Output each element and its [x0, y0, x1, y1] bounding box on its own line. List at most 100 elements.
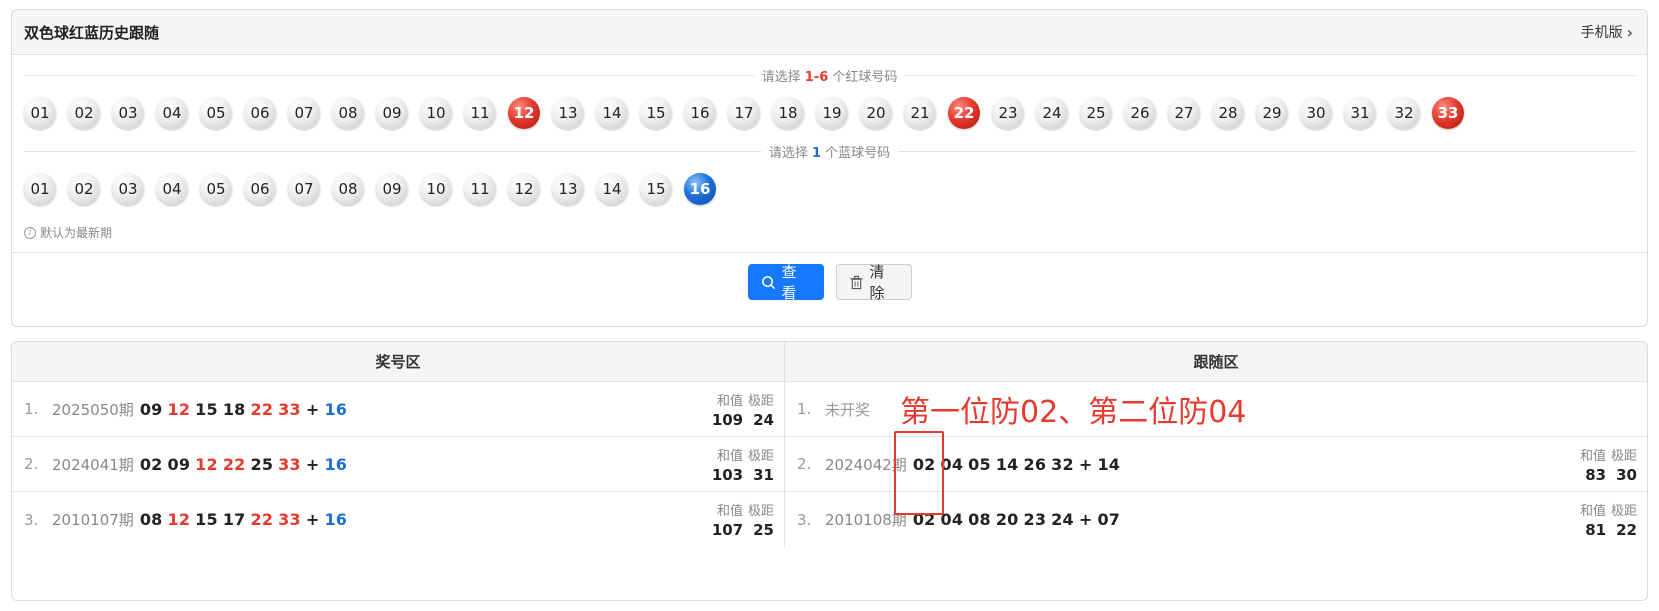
- red-ball[interactable]: 11: [464, 97, 496, 129]
- blue-ball[interactable]: 01: [24, 173, 56, 205]
- red-number: 08: [139, 510, 163, 529]
- annotation-text: 第一位防02、第二位防04: [900, 395, 1247, 430]
- draw-area-header: 奖号区: [12, 342, 785, 381]
- red-divider: 请选择 1-6 个红球号码: [24, 66, 1635, 85]
- search-button[interactable]: 查看: [747, 263, 824, 302]
- stats-block: 和值 极距 83 30: [1575, 445, 1637, 484]
- sum-value: 109: [711, 411, 744, 429]
- red-number: 22: [250, 510, 274, 529]
- red-ball[interactable]: 20: [860, 97, 892, 129]
- number: 23: [1023, 510, 1047, 529]
- red-ball[interactable]: 33: [1432, 97, 1464, 129]
- red-number: 25: [250, 454, 274, 474]
- blue-ball[interactable]: 10: [420, 173, 452, 205]
- sum-label: 和值: [716, 449, 743, 464]
- page-title: 双色球红蓝历史跟随: [24, 23, 160, 42]
- red-ball[interactable]: 10: [420, 97, 452, 129]
- blue-ball[interactable]: 11: [464, 173, 496, 205]
- number: 24: [1051, 510, 1074, 529]
- blue-ball[interactable]: 14: [596, 173, 628, 205]
- red-ball[interactable]: 21: [904, 97, 936, 129]
- red-ball[interactable]: 23: [992, 97, 1024, 129]
- red-number: 02: [139, 454, 163, 474]
- red-ball[interactable]: 30: [1300, 97, 1332, 129]
- clear-button[interactable]: 清除: [835, 263, 912, 302]
- red-ball[interactable]: 31: [1344, 97, 1376, 129]
- red-ball[interactable]: 08: [332, 97, 364, 129]
- draw-area: 1. 2025050期 09 12 15 18 22 33 +16 和值 极距 109 24 2. 2024…: [12, 382, 785, 547]
- stats-block: 和值 极距 81 22: [1575, 500, 1637, 539]
- blue-divider: 请选择 1 个蓝球号码: [24, 142, 1635, 161]
- span-value: 31: [753, 466, 774, 484]
- red-ball[interactable]: 17: [728, 97, 760, 129]
- search-icon: [761, 275, 776, 290]
- red-ball[interactable]: 05: [200, 97, 232, 129]
- red-ball[interactable]: 22: [948, 97, 980, 129]
- blue-number: 07: [1097, 510, 1121, 529]
- number: 26: [1023, 454, 1047, 474]
- blue-ball[interactable]: 13: [552, 173, 584, 205]
- blue-ball[interactable]: 12: [508, 173, 540, 205]
- plus-sign: +: [305, 454, 320, 474]
- red-number: 22: [250, 399, 274, 419]
- red-ball[interactable]: 13: [552, 97, 584, 129]
- red-ball[interactable]: 15: [640, 97, 672, 129]
- number: 04: [940, 510, 964, 529]
- stats-block: 和值 极距 103 31: [702, 445, 774, 484]
- mobile-link-label: 手机版: [1580, 25, 1623, 41]
- red-ball[interactable]: 07: [288, 97, 320, 129]
- span-value: 24: [753, 411, 774, 429]
- red-ball[interactable]: 14: [596, 97, 628, 129]
- red-number: 12: [195, 454, 218, 474]
- red-ball[interactable]: 16: [684, 97, 716, 129]
- number: 20: [995, 510, 1019, 529]
- red-ball[interactable]: 06: [244, 97, 276, 129]
- period-label: 2024041期: [52, 455, 134, 474]
- blue-ball[interactable]: 07: [288, 173, 320, 205]
- red-number: 12: [167, 399, 191, 419]
- red-ball[interactable]: 32: [1388, 97, 1420, 129]
- red-ball[interactable]: 19: [816, 97, 848, 129]
- red-ball[interactable]: 04: [156, 97, 188, 129]
- red-ball[interactable]: 25: [1080, 97, 1112, 129]
- blue-ball[interactable]: 15: [640, 173, 672, 205]
- sum-label: 和值: [716, 504, 743, 519]
- red-ball[interactable]: 28: [1212, 97, 1244, 129]
- blue-ball[interactable]: 03: [112, 173, 144, 205]
- number: 02: [912, 510, 936, 529]
- red-ball[interactable]: 09: [376, 97, 408, 129]
- number: 08: [968, 510, 991, 529]
- draw-row: 1. 2025050期 09 12 15 18 22 33 +16 和值 极距 109 24: [12, 382, 784, 437]
- blue-ball[interactable]: 04: [156, 173, 188, 205]
- red-ball[interactable]: 12: [508, 97, 540, 129]
- mobile-version-link[interactable]: 手机版 ›: [1581, 22, 1633, 42]
- red-ball[interactable]: 29: [1256, 97, 1288, 129]
- hint-text: 默认为最新期: [40, 226, 113, 240]
- stat-values: 83 30: [1575, 466, 1637, 484]
- red-ball[interactable]: 02: [68, 97, 100, 129]
- draw-numbers: 08 12 15 17 22 33 +16: [140, 510, 352, 529]
- button-bar: 查看 清除: [12, 263, 1647, 302]
- blue-ball[interactable]: 16: [684, 173, 716, 205]
- plus-sign: +: [305, 510, 320, 529]
- blue-ball[interactable]: 09: [376, 173, 408, 205]
- red-ball[interactable]: 18: [772, 97, 804, 129]
- blue-select-label: 请选择 1 个蓝球号码: [760, 142, 899, 161]
- blue-number: 14: [1097, 454, 1121, 474]
- blue-number: 16: [324, 510, 348, 529]
- blue-ball[interactable]: 02: [68, 173, 100, 205]
- follow-row: 3. 2010108期 02 04 08 20 23 24 +07 和值 极距 81 22: [785, 492, 1647, 547]
- number: 04: [940, 454, 964, 474]
- red-ball-row: 01 02 03 04 05 06 07 08 09 10 11 12 13 14 15 16 17 18 19 20…: [24, 97, 1476, 129]
- sum-label: 和值: [1579, 449, 1606, 464]
- red-ball[interactable]: 03: [112, 97, 144, 129]
- span-label: 极距: [1610, 504, 1637, 519]
- blue-ball[interactable]: 05: [200, 173, 232, 205]
- red-ball[interactable]: 01: [24, 97, 56, 129]
- red-ball[interactable]: 24: [1036, 97, 1068, 129]
- red-ball[interactable]: 27: [1168, 97, 1200, 129]
- sum-label: 和值: [716, 394, 743, 409]
- red-ball[interactable]: 26: [1124, 97, 1156, 129]
- blue-ball[interactable]: 06: [244, 173, 276, 205]
- blue-ball[interactable]: 08: [332, 173, 364, 205]
